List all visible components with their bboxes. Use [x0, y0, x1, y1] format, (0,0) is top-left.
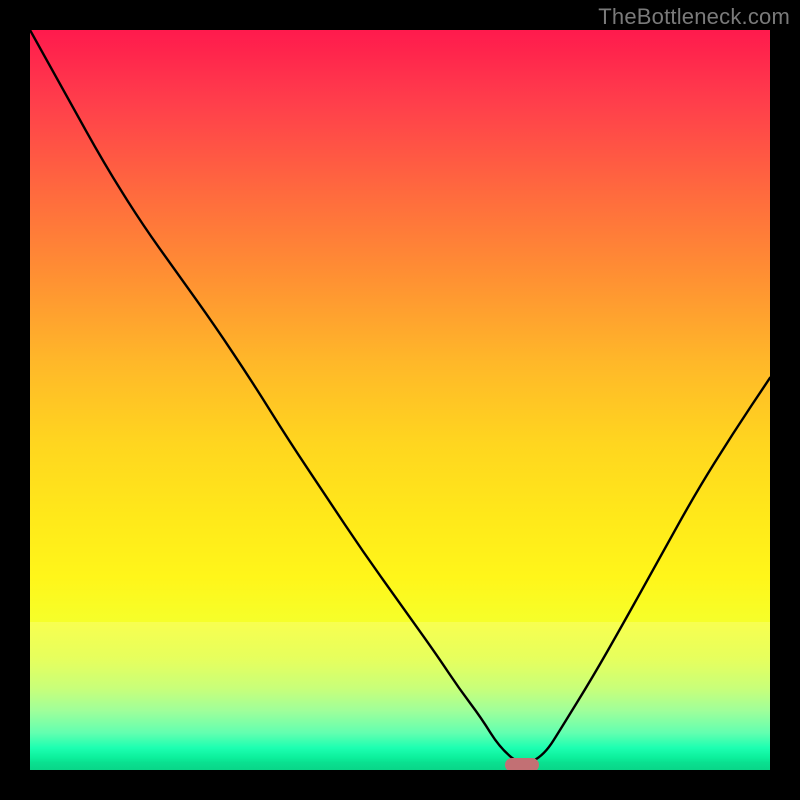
- optimum-marker: [505, 758, 539, 770]
- plot-area: [30, 30, 770, 770]
- bottleneck-curve: [30, 30, 770, 763]
- curve-svg: [30, 30, 770, 770]
- app-frame: TheBottleneck.com: [0, 0, 800, 800]
- watermark-text: TheBottleneck.com: [598, 4, 790, 30]
